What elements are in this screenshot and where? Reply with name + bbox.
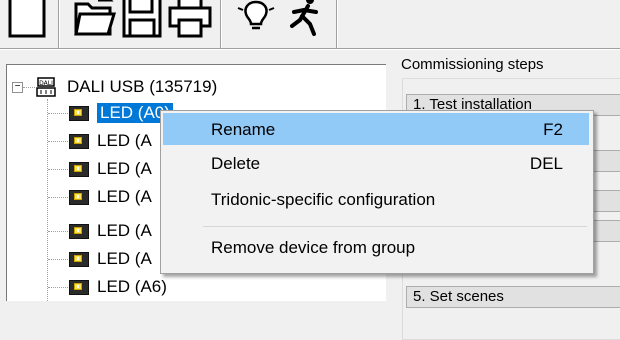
tree-connector [48, 141, 68, 143]
run-button[interactable] [280, 0, 328, 44]
toolbar-separator [58, 0, 60, 48]
tree-connector [23, 87, 35, 89]
menu-item-shortcut: F2 [543, 120, 563, 139]
tree-item-label: LED (A [97, 249, 152, 268]
tree-item-label: LED (A [97, 221, 152, 240]
led-device-icon [69, 189, 89, 205]
menu-item-delete[interactable]: Delete DEL [163, 147, 589, 179]
context-menu: Rename F2 Delete DEL Tridonic-specific c… [160, 110, 594, 274]
menu-separator [203, 226, 587, 227]
tree-item-led[interactable]: LED (A0) [69, 100, 173, 126]
save-button[interactable] [118, 0, 166, 44]
menu-item-label: Rename [211, 120, 276, 139]
menu-item-shortcut: DEL [529, 154, 563, 173]
led-device-icon [69, 105, 89, 121]
collapse-expander[interactable]: − [12, 82, 23, 93]
light-test-button[interactable] [232, 0, 280, 44]
tree-item-led[interactable]: LED (A6) [69, 274, 167, 300]
new-icon [8, 0, 46, 38]
tree-item-led[interactable]: LED (A [69, 218, 152, 244]
commissioning-title: Commissioning steps [398, 56, 547, 73]
lightbulb-icon [237, 0, 275, 30]
tree-item-label: LED (A [97, 159, 152, 178]
menu-item-tridonic-config[interactable]: Tridonic-specific configuration [163, 183, 589, 215]
tree-item-label: LED (A [97, 131, 152, 150]
tree-root-label: DALI USB (135719) [67, 77, 218, 96]
step-button[interactable]: 5. Set scenes [406, 286, 620, 308]
tree-item-led[interactable]: LED (A [69, 184, 152, 210]
tree-connector [48, 169, 68, 171]
tree-connector [48, 231, 68, 233]
new-button[interactable] [2, 0, 50, 44]
toolbar [0, 0, 620, 64]
tree-connector [47, 99, 49, 301]
toolbar-separator [220, 0, 222, 48]
save-disk-icon [122, 0, 162, 38]
menu-item-label: Delete [211, 154, 261, 173]
led-device-icon [69, 133, 89, 149]
dali-bus-icon: DALI [36, 77, 56, 97]
menu-item-remove-from-group[interactable]: Remove device from group [163, 231, 589, 263]
svg-text:DALI: DALI [39, 80, 53, 87]
led-device-icon [69, 161, 89, 177]
running-person-icon [290, 0, 318, 36]
toolbar-separator [336, 0, 338, 48]
menu-item-label: Remove device from group [211, 238, 416, 257]
tree-connector [48, 197, 68, 199]
tree-item-led[interactable]: LED (A [69, 156, 152, 182]
tree-connector [48, 113, 68, 115]
tree-connector [48, 287, 68, 289]
menu-item-label: Tridonic-specific configuration [211, 190, 436, 209]
tree-item-label: LED (A [97, 187, 152, 206]
open-folder-icon [74, 0, 117, 36]
open-button[interactable] [70, 0, 118, 44]
menu-item-rename[interactable]: Rename F2 [163, 113, 589, 145]
led-device-icon [69, 279, 89, 295]
tree-connector [48, 259, 68, 261]
tree-item-led[interactable]: LED (A [69, 128, 152, 154]
print-icon [168, 0, 212, 38]
toolbar-border-highlight [0, 49, 620, 50]
led-device-icon [69, 223, 89, 239]
led-device-icon [69, 251, 89, 267]
tree-item-led[interactable]: LED (A [69, 246, 152, 272]
tree-root-item[interactable]: DALI DALI USB (135719) [35, 74, 217, 100]
print-button[interactable] [166, 0, 214, 44]
tree-item-label: LED (A6) [97, 277, 167, 296]
